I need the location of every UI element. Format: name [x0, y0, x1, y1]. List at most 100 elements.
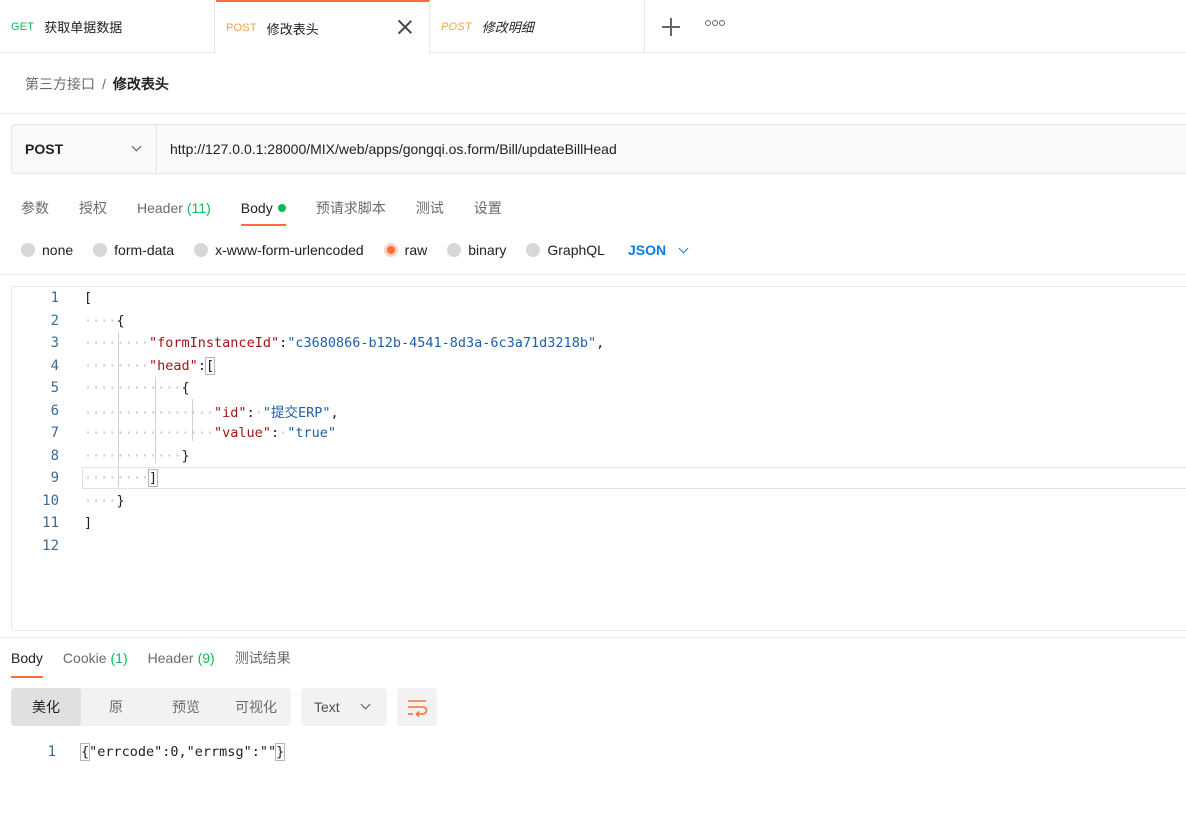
headers-count: (9) [197, 650, 215, 666]
radio-circle-icon [194, 243, 209, 257]
view-raw-button[interactable]: 原 [81, 688, 151, 726]
language-value: JSON [627, 242, 667, 258]
radio-label: none [42, 242, 74, 258]
response-body[interactable]: 1 {"errcode":0,"errmsg":""} [11, 741, 286, 763]
radio-binary[interactable]: binary [447, 242, 506, 258]
more-options-icon[interactable] [705, 20, 725, 26]
chevron-down-icon [678, 243, 689, 253]
tab-title: 修改明细 [481, 20, 534, 35]
radio-label: GraphQL [547, 242, 605, 258]
view-visualize-button[interactable]: 可视化 [221, 688, 291, 726]
tab-title: 获取单据数据 [44, 20, 123, 35]
request-tabs: 参数 授权 Header (11) Body 预请求脚本 测试 设置 [21, 193, 532, 226]
radio-urlencoded[interactable]: x-www-form-urlencoded [194, 242, 364, 258]
wrap-lines-button[interactable] [397, 688, 437, 726]
radio-circle-icon [383, 243, 398, 257]
response-tab-headers[interactable]: Header (9) [148, 646, 215, 670]
line-number: 3 [50, 335, 59, 352]
breadcrumb-current[interactable]: 修改表头 [113, 74, 169, 94]
response-tabs: Body Cookie (1) Header (9) 测试结果 [11, 646, 311, 678]
line-number: 2 [50, 312, 59, 329]
response-view-mode: 美化 原 预览 可视化 [11, 688, 291, 726]
json-key: "value" [214, 425, 271, 442]
response-format-dropdown[interactable]: Text [301, 688, 387, 726]
line-number: 11 [42, 515, 59, 532]
response-tab-test-results[interactable]: 测试结果 [235, 646, 291, 670]
tab-tests[interactable]: 测试 [416, 193, 444, 223]
tab-pre-request-script[interactable]: 预请求脚本 [316, 193, 386, 223]
code-text: ····{ [84, 312, 125, 329]
code-text: ········"head":[ [84, 356, 216, 375]
tab-params[interactable]: 参数 [21, 193, 49, 223]
code-text: ········"formInstanceId":"c3680866-b12b-… [84, 335, 605, 352]
tab-body-label: Body [240, 200, 273, 216]
tab-headers[interactable]: Header (11) [137, 193, 211, 223]
radio-circle-icon [526, 243, 541, 257]
code-text: ········] [84, 469, 159, 488]
json-string: "true" [287, 425, 337, 442]
json-key: "head" [149, 357, 198, 374]
tab-update-detail[interactable]: POST 修改明细 [431, 0, 645, 53]
tab-method-label: POST [441, 20, 472, 33]
view-pretty-button[interactable]: 美化 [11, 688, 81, 726]
radio-raw[interactable]: raw [383, 242, 427, 258]
response-tab-body[interactable]: Body [11, 646, 43, 678]
radio-circle-icon [447, 243, 462, 257]
json-key: "formInstanceId" [149, 335, 280, 352]
code-line: 8 ············} [12, 445, 1186, 468]
code-line: 9 ········] [12, 467, 1186, 490]
request-body-editor[interactable]: 1 [ 2 ····{ 3 ········"formInstanceId":"… [11, 286, 1186, 631]
response-content: "errcode":0,"errmsg":"" [89, 744, 277, 760]
code-line: 5 ············{ [12, 377, 1186, 400]
response-tab-cookies[interactable]: Cookie (1) [63, 646, 128, 670]
json-string: "c3680866-b12b-4541-8d3a-6c3a71d3218b" [287, 335, 597, 352]
line-number: 10 [42, 492, 59, 509]
radio-form-data[interactable]: form-data [93, 242, 174, 258]
cookies-label: Cookie [62, 650, 107, 666]
line-number: 6 [50, 402, 59, 419]
tab-auth[interactable]: 授权 [79, 193, 107, 223]
divider [0, 113, 1186, 114]
code-line: 11 ] [12, 512, 1186, 535]
line-number: 9 [50, 470, 59, 487]
body-type-selector: none form-data x-www-form-urlencoded raw… [21, 238, 689, 262]
code-line: 6 ················"id":·"提交ERP", [12, 400, 1186, 423]
code-text: ················"value":·"true" [84, 425, 337, 442]
format-value: Text [314, 699, 340, 715]
tab-title: 修改表头 [266, 21, 319, 37]
breadcrumb-parent[interactable]: 第三方接口 [25, 74, 95, 94]
radio-label: x-www-form-urlencoded [215, 242, 364, 258]
code-text: [ [84, 290, 93, 307]
radio-graphql[interactable]: GraphQL [526, 242, 605, 258]
new-tab-plus-icon[interactable] [660, 16, 682, 38]
radio-none[interactable]: none [21, 242, 73, 258]
chevron-down-icon [360, 699, 371, 710]
code-line: 2 ····{ [12, 310, 1186, 333]
response-text: {"errcode":0,"errmsg":""} [79, 743, 286, 761]
tab-get-bill-data[interactable]: GET 获取单据数据 [0, 0, 215, 53]
tab-body[interactable]: Body [240, 193, 286, 226]
divider [0, 637, 1186, 638]
method-dropdown[interactable]: POST [12, 125, 157, 173]
tab-settings[interactable]: 设置 [474, 193, 502, 223]
line-number: 4 [50, 357, 59, 374]
tab-update-head[interactable]: POST 修改表头 [216, 0, 430, 54]
view-preview-button[interactable]: 预览 [151, 688, 221, 726]
line-number: 1 [47, 744, 56, 760]
code-text: ················"id":·"提交ERP", [84, 404, 339, 421]
json-string: "提交ERP" [262, 404, 331, 421]
line-number: 8 [50, 447, 59, 464]
radio-label: form-data [114, 242, 175, 258]
chevron-down-icon [131, 141, 142, 152]
close-icon[interactable] [397, 19, 413, 35]
code-line: 3 ········"formInstanceId":"c3680866-b12… [12, 332, 1186, 355]
line-number: 5 [50, 380, 59, 397]
divider [0, 274, 1186, 275]
json-key: "id" [214, 404, 247, 421]
line-number: 1 [50, 290, 59, 307]
breadcrumb-separator: / [102, 76, 106, 92]
language-dropdown[interactable]: JSON [627, 242, 689, 258]
tab-method-label: GET [11, 20, 35, 33]
url-input[interactable]: http://127.0.0.1:28000/MIX/web/apps/gong… [157, 125, 1186, 173]
url-bar: POST http://127.0.0.1:28000/MIX/web/apps… [11, 124, 1186, 174]
